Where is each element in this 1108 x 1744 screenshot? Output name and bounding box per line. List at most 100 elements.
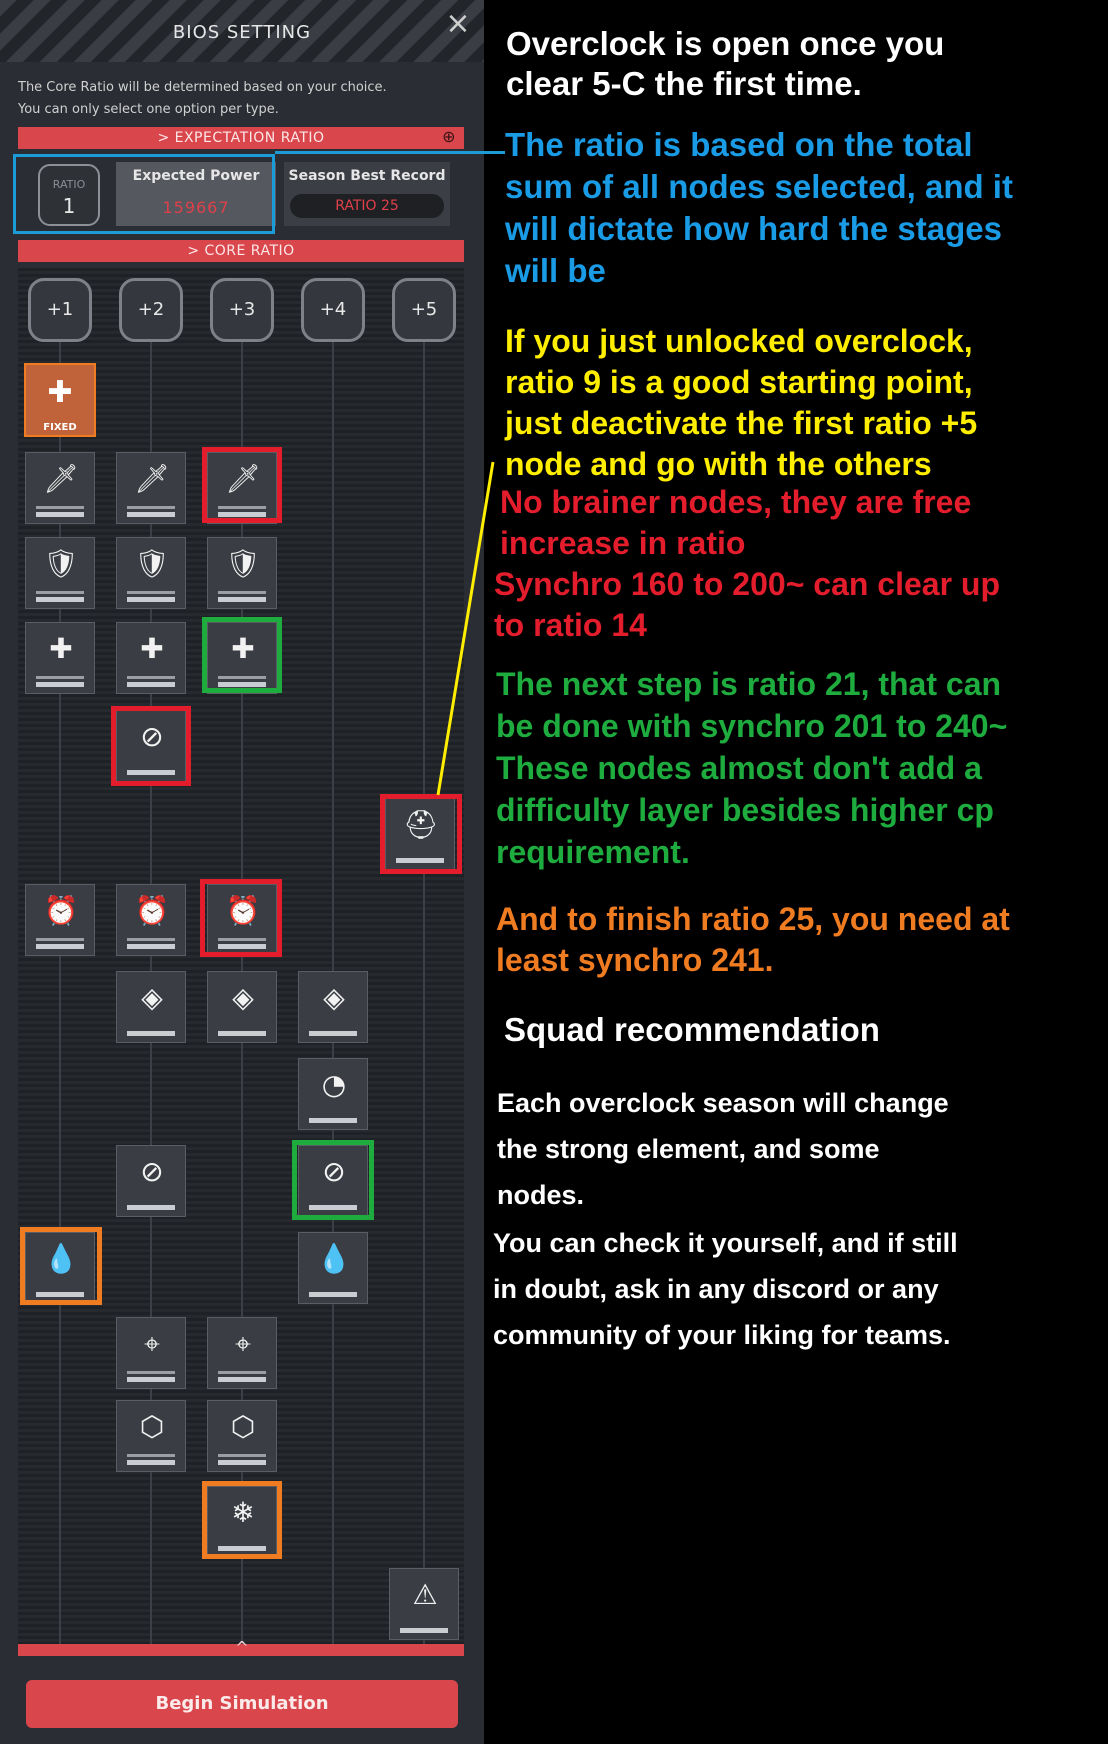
season-best-card: Season Best Record RATIO 25 — [284, 162, 450, 226]
heal-node-plus1[interactable]: ✚ — [25, 622, 95, 694]
annotation-line: just deactivate the first ratio +5 — [505, 405, 978, 441]
alarm-icon: ⏰ — [43, 894, 79, 927]
defense-node-plus3[interactable]: 🛡 — [207, 537, 277, 609]
panel-title: BIOS SETTING — [172, 22, 312, 43]
alarm-node-plus1[interactable]: ⏰ — [25, 884, 95, 956]
annotation-line: You can check it yourself, and if still — [493, 1228, 958, 1258]
chevron-up-icon[interactable]: ^ — [224, 1640, 260, 1656]
annotation-line: difficulty layer besides higher cp — [496, 792, 994, 828]
heal-icon: ✚ — [140, 632, 164, 665]
annotation-line: node and go with the others — [505, 446, 932, 482]
annotation-line: in doubt, ask in any discord or any — [493, 1274, 939, 1304]
column-header-plus3: +3 — [210, 278, 274, 342]
attack-node-plus2[interactable]: 🗡 — [116, 452, 186, 524]
cover-node-plus4[interactable]: ◈ — [298, 971, 368, 1043]
fixed-label: FIXED — [43, 422, 77, 433]
defense-icon: 🛡 — [43, 547, 79, 580]
panel-header: BIOS SETTING × — [0, 0, 484, 62]
expectation-ratio-label: > EXPECTATION RATIO — [157, 130, 325, 146]
highlight-green-heal — [202, 617, 282, 693]
annotation-line: No brainer nodes, they are free — [500, 484, 972, 520]
annotation-starting: If you just unlocked overclock, ratio 9 … — [505, 321, 977, 485]
annotation-line: least synchro 241. — [496, 942, 774, 978]
annotation-line: the strong element, and some — [497, 1134, 880, 1164]
begin-simulation-button[interactable]: Begin Simulation — [26, 1680, 458, 1728]
description-line-2: You can only select one option per type. — [18, 102, 279, 117]
hexagon-node-plus3[interactable]: ⬡ — [207, 1400, 277, 1472]
cover-icon: ◈ — [323, 981, 345, 1014]
annotation-no-brainer: No brainer nodes, they are free increase… — [494, 482, 1000, 646]
annotation-line: increase in ratio — [500, 525, 746, 561]
hexagon-icon: ⬡ — [230, 1410, 256, 1443]
annotation-line: Overclock is open once you — [506, 25, 945, 62]
annotation-squad-para-1: Each overclock season will change the st… — [497, 1080, 949, 1218]
annotation-line: community of your liking for teams. — [493, 1320, 951, 1350]
highlight-orange-water — [20, 1227, 102, 1305]
water-node-plus4[interactable]: 💧 — [298, 1232, 368, 1304]
annotation-line: clear 5-C the first time. — [506, 65, 862, 102]
crosshair-node-plus3[interactable]: ⌖ — [207, 1317, 277, 1389]
annotation-squad-para-2: You can check it yourself, and if still … — [493, 1220, 958, 1358]
heal-node-plus2[interactable]: ✚ — [116, 622, 186, 694]
highlight-red-attack — [202, 447, 282, 523]
season-best-label: Season Best Record — [288, 168, 446, 184]
fixed-medkit-icon: ✚ — [47, 375, 73, 410]
blue-connector-line — [275, 151, 505, 154]
annotation-line: And to finish ratio 25, you need at — [496, 901, 1010, 937]
reload-icon: ◔ — [321, 1068, 347, 1101]
squad-recommendation-title: Squad recommendation — [504, 1011, 880, 1048]
annotation-line: will dictate how hard the stages — [505, 210, 1002, 247]
column-line-5 — [423, 318, 425, 1650]
defense-icon: 🛡 — [134, 547, 170, 580]
column-header-plus1: +1 — [28, 278, 92, 342]
annotation-line: These nodes almost don't add a — [496, 750, 982, 786]
annotation-next-step: The next step is ratio 21, that can be d… — [496, 663, 1007, 873]
no-core-icon: ⊘ — [140, 1155, 164, 1188]
hexagon-node-plus2[interactable]: ⬡ — [116, 1400, 186, 1472]
annotation-line: be done with synchro 201 to 240~ — [496, 708, 1008, 744]
defense-node-plus1[interactable]: 🛡 — [25, 537, 95, 609]
warning-node-plus5[interactable]: ⚠ — [389, 1568, 459, 1640]
crosshair-icon: ⌖ — [144, 1327, 160, 1360]
annotation-finish: And to finish ratio 25, you need at leas… — [496, 899, 1010, 981]
core-ratio-header: > CORE RATIO — [18, 240, 464, 262]
bios-setting-panel: BIOS SETTING × The Core Ratio will be de… — [0, 0, 484, 1744]
alarm-icon: ⏰ — [134, 894, 170, 927]
hexagon-icon: ⬡ — [139, 1410, 165, 1443]
warning-icon: ⚠ — [412, 1578, 438, 1611]
annotation-line: requirement. — [496, 834, 690, 870]
highlight-red-no-burst — [111, 706, 191, 786]
attack-icon: 🗡 — [134, 462, 170, 495]
column-header-plus4: +4 — [301, 278, 365, 342]
crosshair-icon: ⌖ — [235, 1327, 251, 1360]
column-header-plus2: +2 — [119, 278, 183, 342]
close-icon[interactable]: × — [444, 9, 472, 39]
reload-node-plus4[interactable]: ◔ — [298, 1058, 368, 1130]
cover-icon: ◈ — [141, 981, 163, 1014]
annotation-line: Synchro 160 to 200~ can clear up — [494, 566, 1001, 602]
defense-icon: 🛡 — [225, 547, 261, 580]
highlight-orange-freeze — [202, 1481, 282, 1559]
cover-node-plus3[interactable]: ◈ — [207, 971, 277, 1043]
highlight-red-helmet — [380, 794, 462, 874]
zoom-icon[interactable]: ⊕ — [442, 129, 456, 145]
defense-node-plus2[interactable]: 🛡 — [116, 537, 186, 609]
no-core-node-plus2[interactable]: ⊘ — [116, 1145, 186, 1217]
annotation-line: will be — [505, 252, 606, 289]
fixed-node: ✚ FIXED — [24, 363, 96, 437]
annotation-line: to ratio 14 — [494, 607, 647, 643]
highlight-green-no-core — [292, 1140, 374, 1220]
annotation-line: nodes. — [497, 1180, 585, 1210]
annotation-ratio-info: The ratio is based on the total sum of a… — [505, 124, 1013, 292]
crosshair-node-plus2[interactable]: ⌖ — [116, 1317, 186, 1389]
attack-node-plus1[interactable]: 🗡 — [25, 452, 95, 524]
annotation-line: sum of all nodes selected, and it — [505, 168, 1013, 205]
alarm-node-plus2[interactable]: ⏰ — [116, 884, 186, 956]
description-line-1: The Core Ratio will be determined based … — [18, 80, 387, 95]
column-header-plus5: +5 — [392, 278, 456, 342]
annotation-line: ratio 9 is a good starting point, — [505, 364, 973, 400]
cover-node-plus2[interactable]: ◈ — [116, 971, 186, 1043]
annotation-line: Each overclock season will change — [497, 1088, 949, 1118]
water-drop-icon: 💧 — [316, 1242, 352, 1275]
expectation-ratio-header: > EXPECTATION RATIO ⊕ — [18, 127, 464, 149]
